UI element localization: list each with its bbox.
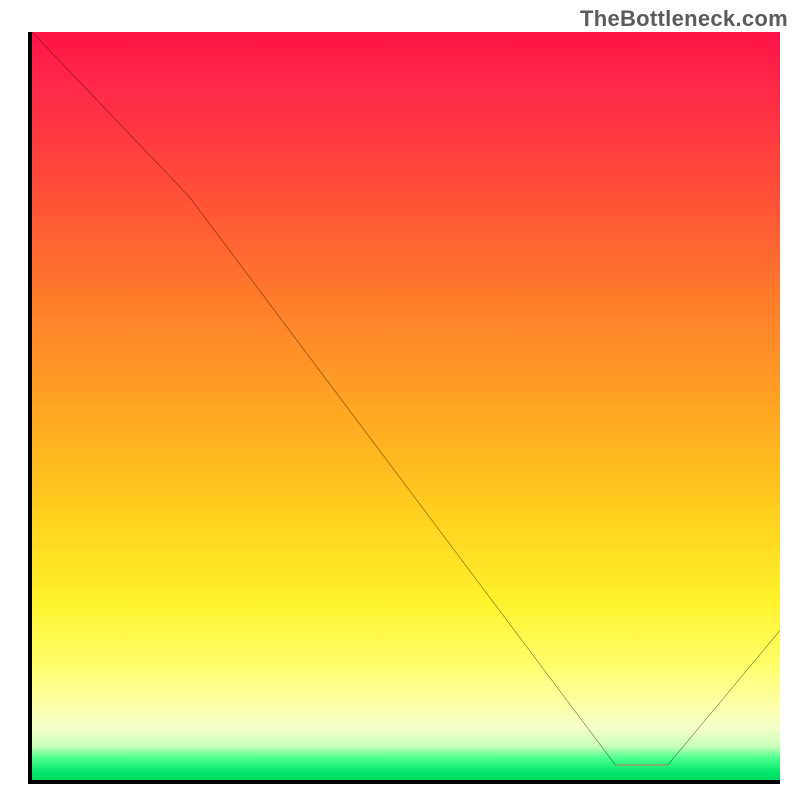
chart-container: TheBottleneck.com xyxy=(0,0,800,800)
chart-svg xyxy=(32,32,780,780)
bottleneck-curve-path xyxy=(32,32,780,765)
plot-area xyxy=(28,32,780,784)
watermark-text: TheBottleneck.com xyxy=(580,6,788,32)
